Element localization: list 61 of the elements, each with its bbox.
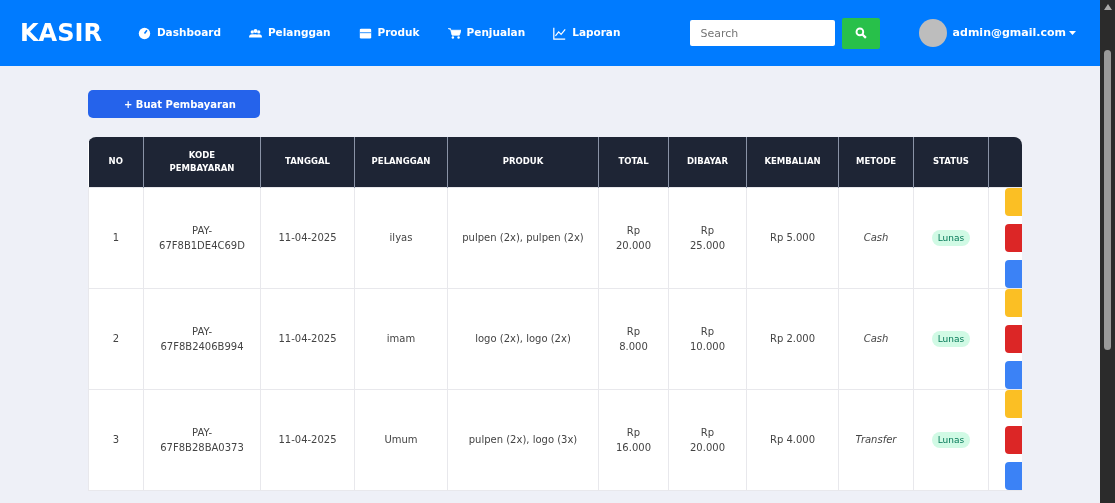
table-cell: PAY-67F8B2406B994 <box>143 288 261 389</box>
column-header: METODE <box>838 137 914 187</box>
add-payment-button[interactable]: + Buat Pembayaran <box>88 90 260 118</box>
column-header: TOTAL <box>598 137 669 187</box>
caret-icon <box>1069 31 1076 35</box>
table-cell: Rp 20.000 <box>668 389 747 490</box>
column-header <box>988 137 1022 187</box>
nav-link[interactable]: Pelanggan <box>248 25 331 41</box>
table-cell: Rp 10.000 <box>668 288 747 389</box>
scroll-up-icon[interactable] <box>1103 4 1112 10</box>
chart-icon <box>553 26 567 40</box>
nav-link[interactable]: Laporan <box>553 25 621 41</box>
nav-link[interactable]: Penjualan <box>447 25 526 41</box>
nav-link[interactable]: Produk <box>358 25 420 41</box>
column-header: NO <box>88 137 144 187</box>
table-cell: Umum <box>354 389 448 490</box>
table-cell: 3 <box>88 389 144 490</box>
nav-link[interactable]: Dashboard <box>137 25 221 41</box>
table-cell: ilyas <box>354 187 448 288</box>
column-header: STATUS <box>913 137 989 187</box>
status-label: Lunas <box>931 229 971 246</box>
table-cell: 2 <box>88 288 144 389</box>
brand-name: KASIR <box>20 18 102 49</box>
table-cell: 1 <box>88 187 144 288</box>
gauge-icon <box>137 26 151 40</box>
search-icon <box>855 27 868 39</box>
table-cell: PAY-67F8B1DE4C69D <box>143 187 261 288</box>
table-cell: logo (2x), logo (2x) <box>447 288 599 389</box>
column-header: KEMBALIAN <box>746 137 839 187</box>
status-label: Lunas <box>931 431 971 448</box>
table-cell: Rp 20.000 <box>598 187 669 288</box>
table-cell: Cash <box>838 187 914 288</box>
table-cell: 11-04-2025 <box>260 288 355 389</box>
scrollbar[interactable] <box>1100 0 1115 503</box>
table-cell: Rp 25.000 <box>668 187 747 288</box>
table-cell: 11-04-2025 <box>260 389 355 490</box>
search-field[interactable]: Search <box>690 20 836 46</box>
table-cell: Transfer <box>838 389 914 490</box>
table-cell: Rp 16.000 <box>598 389 669 490</box>
avatar <box>918 19 947 47</box>
table-cell: pulpen (2x), logo (3x) <box>447 389 599 490</box>
user-menu[interactable]: admin@gmail.com <box>952 24 1076 42</box>
table-cell: PAY-67F8B28BA0373 <box>143 389 261 490</box>
column-header: PELANGGAN <box>354 137 448 187</box>
table-cell: Rp 8.000 <box>598 288 669 389</box>
status-label: Lunas <box>931 330 971 347</box>
table-cell: 11-04-2025 <box>260 187 355 288</box>
column-header: DIBAYAR <box>668 137 747 187</box>
column-header: TANGGAL <box>260 137 355 187</box>
table-cell: pulpen (2x), pulpen (2x) <box>447 187 599 288</box>
users-icon <box>248 26 262 40</box>
cart-icon <box>447 26 461 40</box>
table-cell: imam <box>354 288 448 389</box>
box-icon <box>358 26 372 40</box>
search-button[interactable] <box>842 17 881 49</box>
column-header: KODE PEMBAYARAN <box>143 137 261 187</box>
table-cell: Rp 2.000 <box>746 288 839 389</box>
table-cell: Rp 4.000 <box>746 389 839 490</box>
table-cell: Cash <box>838 288 914 389</box>
table-cell: Rp 5.000 <box>746 187 839 288</box>
column-header: PRODUK <box>447 137 599 187</box>
